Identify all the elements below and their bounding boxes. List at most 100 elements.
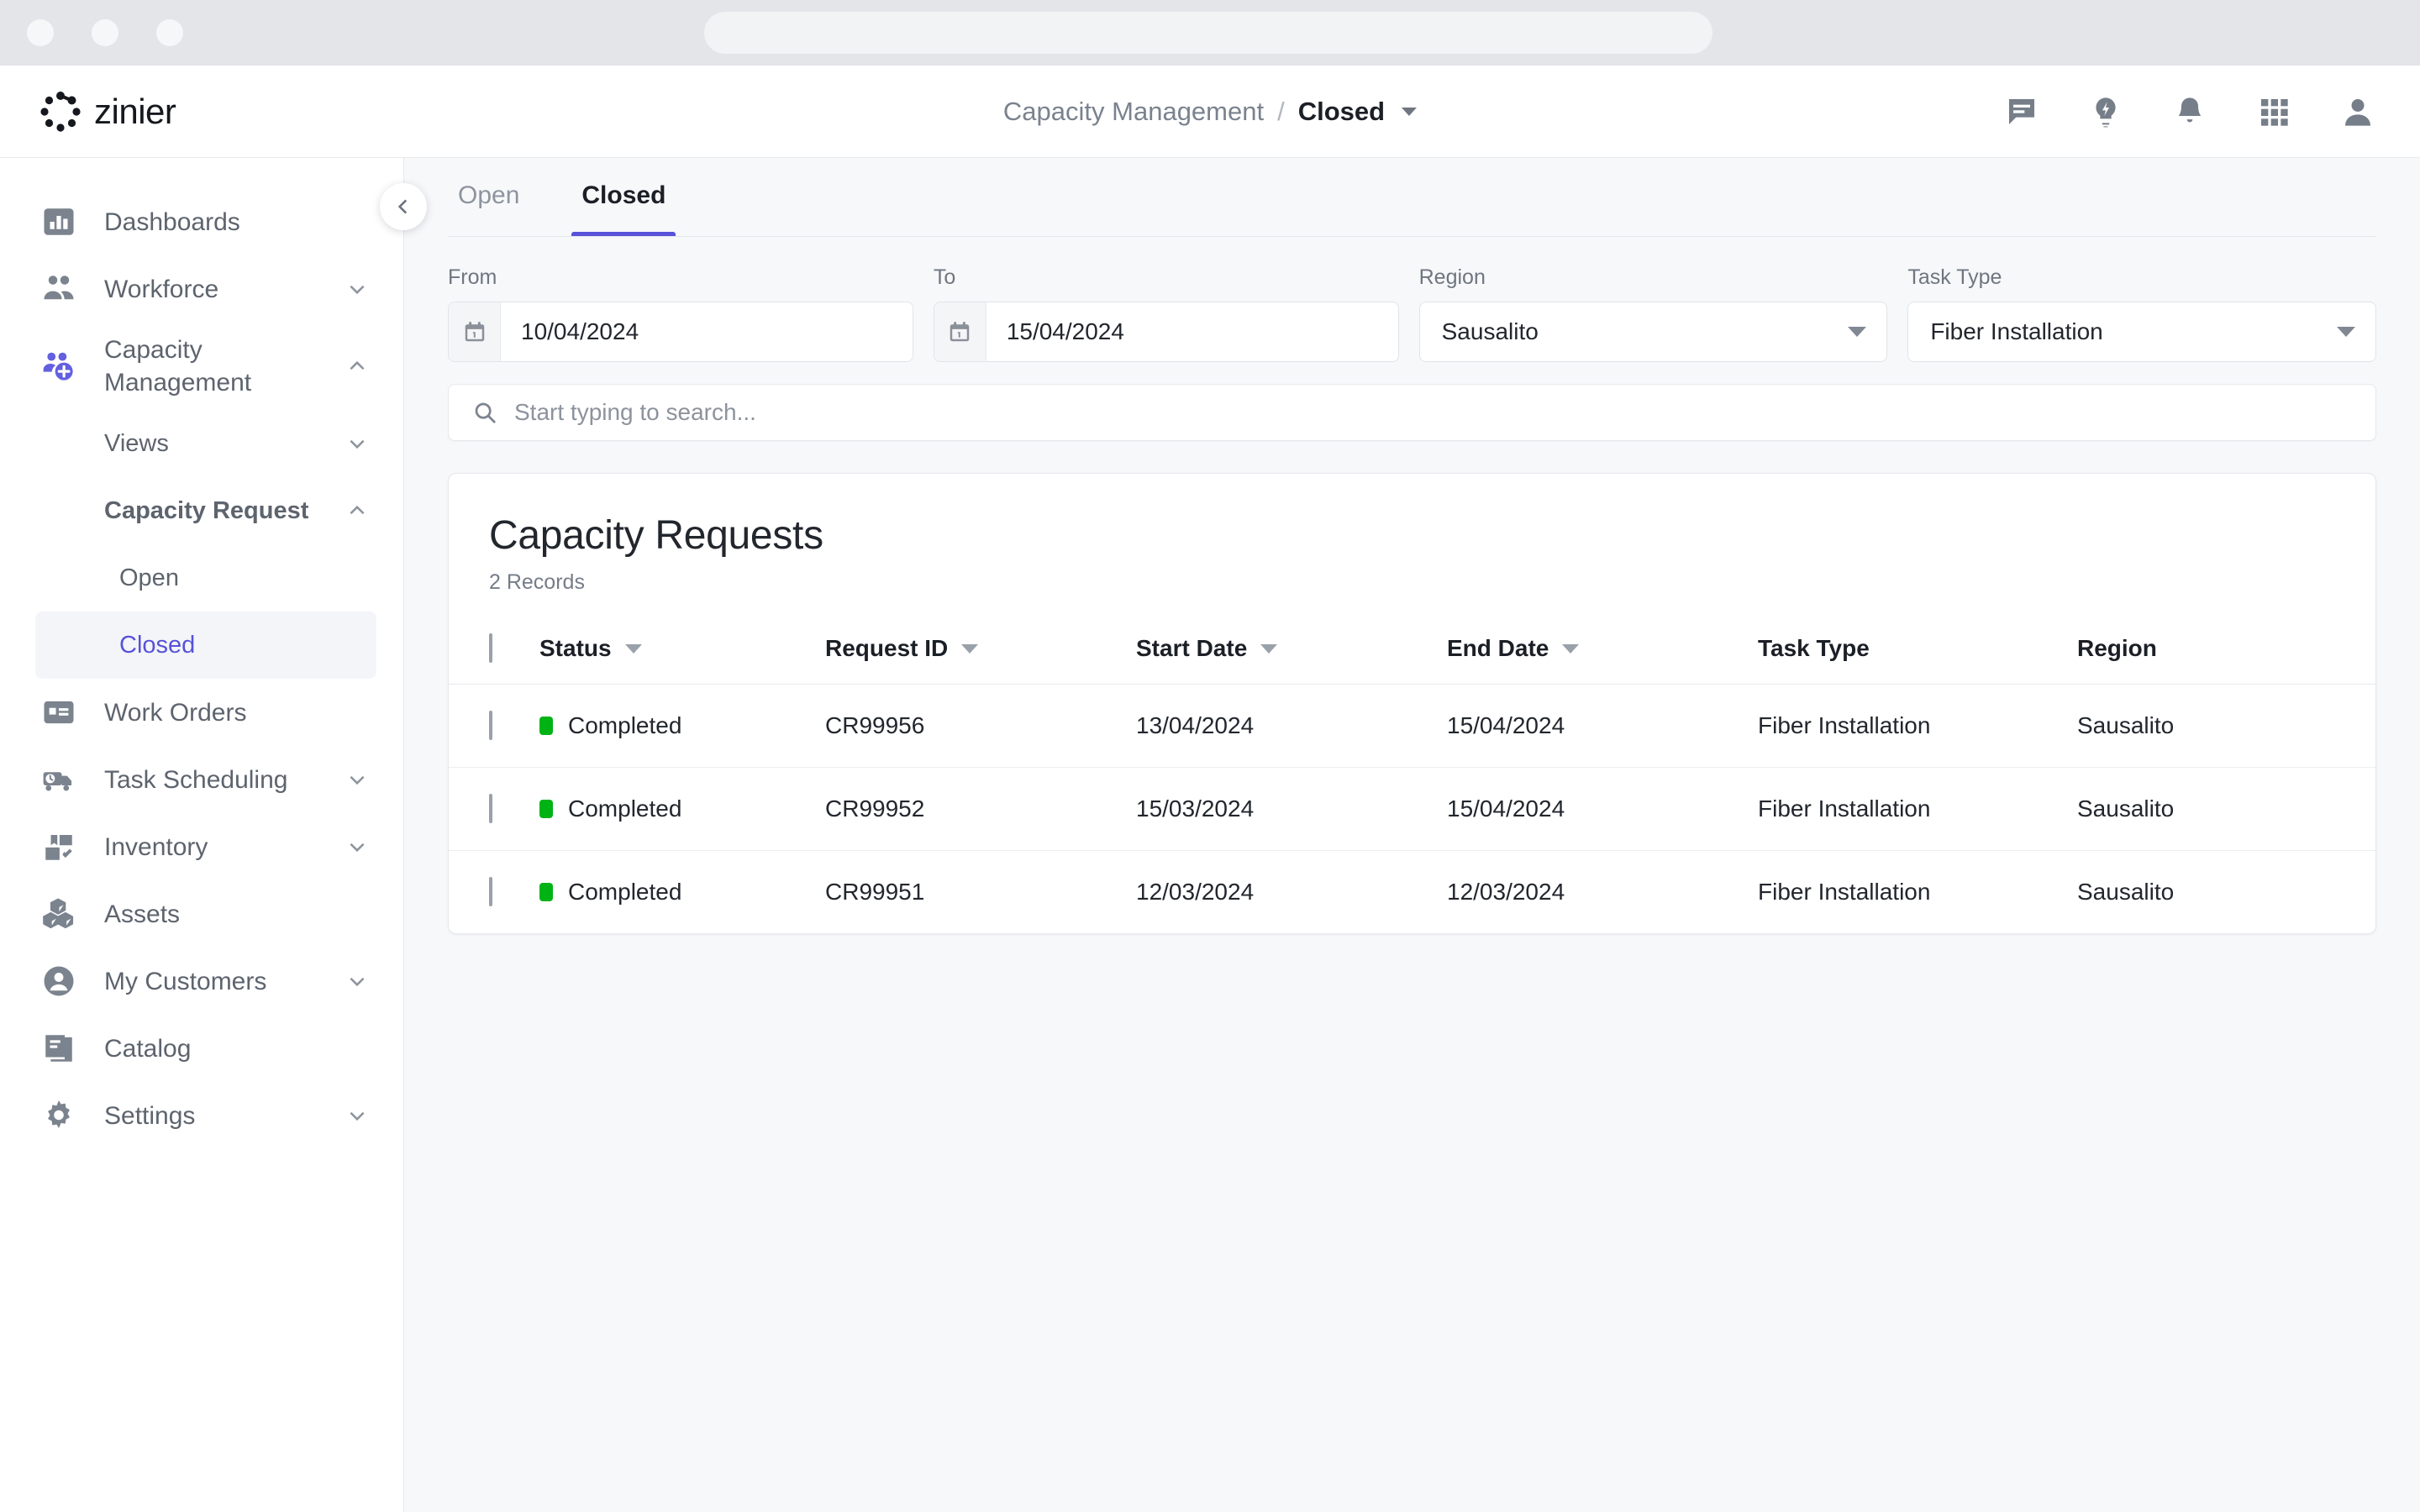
sidebar-leaf-open[interactable]: Open <box>35 544 376 612</box>
user-avatar-icon[interactable] <box>2341 95 2375 129</box>
lightbulb-icon[interactable] <box>2089 95 2123 129</box>
sidebar-item-my-customers[interactable]: My Customers <box>0 948 403 1015</box>
cell-region: Sausalito <box>2077 879 2175 905</box>
column-label: Task Type <box>1758 635 1870 661</box>
select-all-checkbox[interactable] <box>489 633 492 663</box>
sidebar-item-workforce[interactable]: Workforce <box>0 255 403 323</box>
sidebar-item-label: Dashboards <box>104 207 240 236</box>
column-header-request-id[interactable]: Request ID <box>825 620 1136 685</box>
calendar-icon[interactable] <box>934 302 986 361</box>
row-checkbox[interactable] <box>489 711 492 740</box>
chevron-down-icon[interactable] <box>346 433 368 454</box>
chevron-down-icon[interactable] <box>346 970 368 992</box>
breadcrumb: Capacity Management / Closed <box>1003 96 1418 127</box>
sidebar-subitem-label: Capacity Request <box>104 496 309 524</box>
cell-request-id[interactable]: CR99956 <box>825 684 1136 768</box>
sidebar-item-dashboards[interactable]: Dashboards <box>0 188 403 255</box>
cell-task-type: Fiber Installation <box>1758 684 2077 768</box>
status-badge <box>539 717 553 735</box>
chevron-down-icon[interactable] <box>1402 107 1418 116</box>
chevron-down-icon[interactable] <box>346 769 368 790</box>
cell-status: Completed <box>539 767 825 851</box>
task-scheduling-icon <box>39 762 79 797</box>
browser-chrome <box>0 0 2420 66</box>
filter-region: Region Sausalito <box>1418 265 1888 362</box>
sidebar-subitem-views[interactable]: Views <box>0 410 403 477</box>
chevron-up-icon[interactable] <box>346 355 368 377</box>
tab-label: Open <box>458 181 520 209</box>
sort-caret-icon[interactable] <box>961 643 979 654</box>
sidebar-item-label: Assets <box>104 900 181 928</box>
table-row[interactable]: Completed CR99956 13/04/2024 15/04/2024 … <box>449 684 2375 768</box>
sidebar-item-assets[interactable]: Assets <box>0 880 403 948</box>
sidebar-item-label: My Customers <box>104 967 267 995</box>
sidebar-subitem-capacity-request[interactable]: Capacity Request <box>0 477 403 544</box>
table-row[interactable]: Completed CR99952 15/03/2024 15/04/2024 … <box>449 767 2375 851</box>
row-select-cell <box>449 684 539 768</box>
from-date-input[interactable]: 10/04/2024 <box>448 302 913 362</box>
window-traffic-lights <box>27 19 183 46</box>
sort-caret-icon[interactable] <box>624 643 642 654</box>
task-type-select[interactable]: Fiber Installation <box>1907 302 2376 362</box>
app-header: zinier Capacity Management / Closed <box>0 66 2420 158</box>
chevron-down-icon[interactable] <box>2337 327 2355 337</box>
chevron-down-icon[interactable] <box>346 1105 368 1126</box>
chevron-down-icon[interactable] <box>346 278 368 300</box>
bell-icon[interactable] <box>2173 95 2207 129</box>
sidebar-item-work-orders[interactable]: Work Orders <box>0 679 403 746</box>
chevron-down-icon[interactable] <box>1848 327 1867 337</box>
column-header-status[interactable]: Status <box>539 620 825 685</box>
sidebar-item-settings[interactable]: Settings <box>0 1082 403 1149</box>
search-input[interactable] <box>514 399 2352 426</box>
capacity-requests-table: Status Request ID Start Date End Date Ta… <box>449 620 2375 933</box>
brand-logo[interactable]: zinier <box>39 90 176 134</box>
column-header-task-type[interactable]: Task Type <box>1758 620 2077 685</box>
chevron-up-icon[interactable] <box>346 500 368 522</box>
table-header: Status Request ID Start Date End Date Ta… <box>449 620 2375 685</box>
sort-caret-icon[interactable] <box>1562 643 1580 654</box>
filter-from: From 10/04/2024 <box>448 265 913 362</box>
page-title: Capacity Requests <box>489 513 823 558</box>
row-checkbox[interactable] <box>489 794 492 823</box>
row-checkbox[interactable] <box>489 877 492 906</box>
workforce-icon <box>39 271 79 307</box>
minimize-window-button[interactable] <box>92 19 118 46</box>
sidebar-item-label: Work Orders <box>104 698 247 727</box>
chat-icon[interactable] <box>2005 95 2039 129</box>
sidebar-leaf-closed[interactable]: Closed <box>35 612 376 679</box>
address-bar[interactable] <box>704 12 1712 54</box>
tab-closed[interactable]: Closed <box>571 158 676 236</box>
sidebar-item-inventory[interactable]: Inventory <box>0 813 403 880</box>
cell-task-type: Fiber Installation <box>1758 767 2077 851</box>
close-window-button[interactable] <box>27 19 54 46</box>
sidebar-leaf-label: Open <box>119 564 179 591</box>
chevron-down-icon[interactable] <box>346 836 368 858</box>
tab-open[interactable]: Open <box>448 158 529 236</box>
apps-grid-icon[interactable] <box>2257 95 2291 129</box>
cell-request-id[interactable]: CR99952 <box>825 767 1136 851</box>
breadcrumb-current[interactable]: Closed <box>1298 97 1385 127</box>
calendar-icon[interactable] <box>449 302 501 361</box>
column-header-start-date[interactable]: Start Date <box>1136 620 1447 685</box>
cell-end-date: 15/04/2024 <box>1447 684 1758 768</box>
capacity-requests-card: Capacity Requests 2 Records Status Reque… <box>448 473 2376 934</box>
maximize-window-button[interactable] <box>156 19 183 46</box>
search-bar[interactable] <box>448 384 2376 441</box>
sort-caret-icon[interactable] <box>1260 643 1278 654</box>
region-select[interactable]: Sausalito <box>1418 302 1888 362</box>
sidebar-item-task-scheduling[interactable]: Task Scheduling <box>0 746 403 813</box>
sidebar-item-catalog[interactable]: Catalog <box>0 1015 403 1082</box>
sidebar-item-label: Catalog <box>104 1034 192 1063</box>
table-row[interactable]: Completed CR99951 12/03/2024 12/03/2024 … <box>449 851 2375 934</box>
cell-request-id[interactable]: CR99951 <box>825 851 1136 934</box>
breadcrumb-parent[interactable]: Capacity Management <box>1003 97 1264 127</box>
sidebar-item-capacity-management[interactable]: Capacity Management <box>0 323 403 410</box>
column-header-end-date[interactable]: End Date <box>1447 620 1758 685</box>
sidebar-collapse-button[interactable] <box>380 183 427 230</box>
breadcrumb-separator: / <box>1277 96 1285 126</box>
filter-bar: From 10/04/2024 To 15/04/2024 Region Sau… <box>448 265 2376 362</box>
sidebar-item-label: Settings <box>104 1101 196 1130</box>
status-badge <box>539 800 553 818</box>
to-date-input[interactable]: 15/04/2024 <box>933 302 1399 362</box>
column-header-region[interactable]: Region <box>2077 620 2375 685</box>
